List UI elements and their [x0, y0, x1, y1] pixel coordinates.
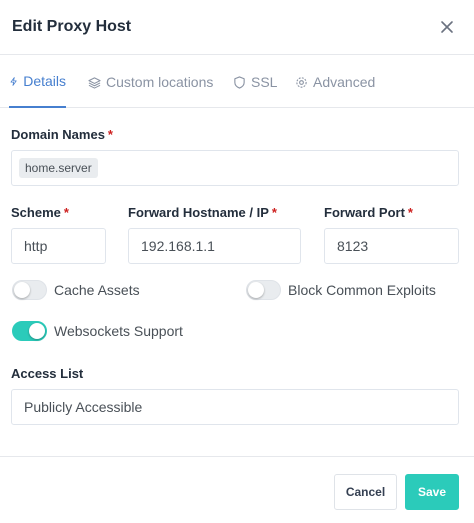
required-mark: *	[63, 205, 69, 220]
websockets-toggle[interactable]: Websockets Support	[12, 321, 183, 341]
switch-knob	[14, 282, 30, 298]
cancel-button[interactable]: Cancel	[334, 474, 397, 510]
forward-hostname-label: Forward Hostname / IP *	[128, 205, 277, 220]
tab-custom-locations-label: Custom locations	[106, 74, 214, 90]
cache-assets-toggle[interactable]: Cache Assets	[12, 280, 140, 300]
switch-knob	[248, 282, 264, 298]
cache-assets-switch[interactable]	[12, 280, 47, 300]
close-button[interactable]	[436, 14, 458, 40]
bolt-icon	[10, 76, 17, 86]
layers-icon	[88, 76, 101, 89]
cache-assets-label: Cache Assets	[54, 282, 140, 298]
websockets-label: Websockets Support	[54, 323, 183, 339]
websockets-switch[interactable]	[12, 321, 47, 341]
domain-names-label: Domain Names *	[11, 127, 113, 142]
tab-ssl-label: SSL	[251, 74, 278, 90]
block-exploits-label: Block Common Exploits	[288, 282, 436, 298]
scheme-label: Scheme *	[11, 205, 69, 220]
tab-details-label: Details	[23, 73, 66, 89]
modal-footer: Cancel Save	[0, 456, 474, 523]
shield-icon	[234, 75, 245, 89]
forward-port-input[interactable]: 8123	[324, 228, 459, 264]
scheme-input[interactable]: http	[11, 228, 106, 264]
block-exploits-switch[interactable]	[246, 280, 281, 300]
domain-names-input[interactable]: home.server	[11, 150, 459, 186]
tab-custom-locations[interactable]: Custom locations	[88, 56, 213, 108]
switch-knob	[29, 323, 45, 339]
block-exploits-toggle[interactable]: Block Common Exploits	[246, 280, 436, 300]
required-mark: *	[271, 205, 277, 220]
tab-advanced-label: Advanced	[313, 74, 376, 90]
forward-hostname-input[interactable]: 192.168.1.1	[128, 228, 301, 264]
required-mark: *	[107, 127, 113, 142]
tab-bar: Details Custom locations SSL Advanced	[0, 56, 474, 108]
domain-tag[interactable]: home.server	[19, 158, 98, 178]
modal-header: Edit Proxy Host	[0, 0, 474, 55]
access-list-select[interactable]: Publicly Accessible	[11, 389, 459, 425]
tab-details[interactable]: Details	[9, 56, 66, 108]
tab-ssl[interactable]: SSL	[233, 56, 277, 108]
required-mark: *	[407, 205, 413, 220]
close-icon[interactable]	[440, 20, 454, 34]
access-list-label: Access List	[11, 366, 84, 381]
save-button[interactable]: Save	[405, 474, 459, 510]
tab-advanced[interactable]: Advanced	[295, 56, 375, 108]
forward-port-label: Forward Port *	[324, 205, 413, 220]
modal-title: Edit Proxy Host	[12, 18, 132, 35]
gear-icon	[296, 76, 307, 88]
